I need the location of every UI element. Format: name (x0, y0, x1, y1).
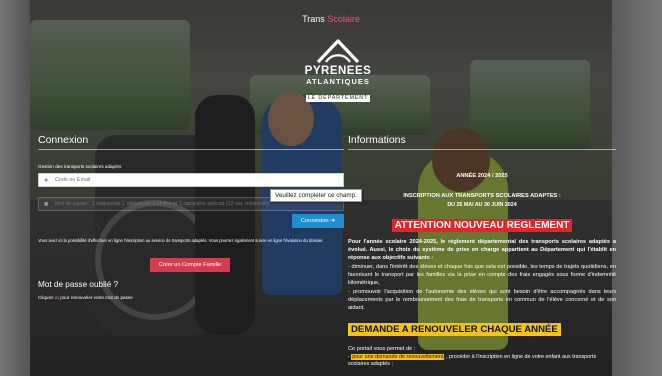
login-title: Connexion (38, 134, 344, 150)
mountain-logo-icon (316, 39, 360, 64)
create-family-account-button[interactable]: Créer un Compte Famille (150, 258, 230, 272)
portal-item-1: - pour une demande de renouvellement , p… (348, 354, 616, 368)
lock-icon: ■ (44, 201, 49, 208)
info-inscriptions: INSCRIPTION AUX TRANSPORTS SCOLAIRES ADA… (403, 193, 561, 199)
logo-line3: LE DÉPARTEMENT (305, 95, 371, 102)
user-icon: ● (44, 177, 49, 184)
info-year: ANNÉE 2024 / 2025 (456, 173, 508, 179)
site-brand: Trans Scolaire (0, 14, 662, 24)
login-button-label: Connexion (300, 218, 329, 224)
forgot-prefix: Cliquez (38, 295, 54, 300)
yellow-wrap: DEMANDE A RENOUVELER CHAQUE ANNÉE (348, 319, 616, 337)
forgot-password-title: Mot de passe oublié ? (38, 280, 119, 289)
info-paragraph: Pour l'année scolaire 2024-2025, le règl… (348, 238, 616, 262)
brand-accent: Scolaire (327, 14, 360, 24)
login-arrow-icon: ➜ (330, 218, 336, 224)
alert-banner: ATTENTION NOUVEAU REGLEMENT (391, 219, 573, 232)
forgot-password-link[interactable]: ici (55, 295, 59, 300)
brand-prefix: Trans (302, 14, 325, 24)
department-logo: PYRENEES ATLANTIQUES LE DÉPARTEMENT (302, 38, 374, 104)
info-bullet-1: - diminuer, dans l'intérêt des élèves et… (348, 264, 616, 286)
info-bullet-2: - promouvoir l'acquisition de l'autonomi… (348, 289, 616, 311)
portal-item-1-highlight: pour une demande de renouvellement (351, 354, 445, 360)
alert-wrap: ATTENTION NOUVEAU REGLEMENT (348, 215, 616, 233)
info-panel: Informations ANNÉE 2024 / 2025 INSCRIPTI… (348, 134, 616, 368)
login-info-text: Vous avez ici la possibilité d'effectuer… (38, 238, 324, 243)
info-dates: DU 25 MAI AU 30 JUIN 2024 (447, 202, 517, 208)
info-paragraph-text: Pour l'année scolaire 2024-2025, le règl… (348, 239, 616, 261)
renew-banner: DEMANDE A RENOUVELER CHAQUE ANNÉE (348, 323, 561, 336)
user-input[interactable] (55, 174, 341, 186)
user-field[interactable]: ● (38, 173, 344, 187)
login-caption: Gestion des transports scolaires adaptés (38, 164, 122, 169)
login-button[interactable]: Connexion ➜ (292, 214, 344, 228)
logo-line2: ATLANTIQUES (306, 77, 370, 86)
logo-line1: PYRENEES (304, 65, 372, 77)
forgot-suffix: pour renouveler votre mot de passe (60, 295, 133, 300)
info-title: Informations (348, 134, 616, 150)
portal-intro: Ce portail vous permet de : (348, 346, 416, 352)
forgot-password-text: Cliquez ici pour renouveler votre mot de… (38, 295, 133, 300)
